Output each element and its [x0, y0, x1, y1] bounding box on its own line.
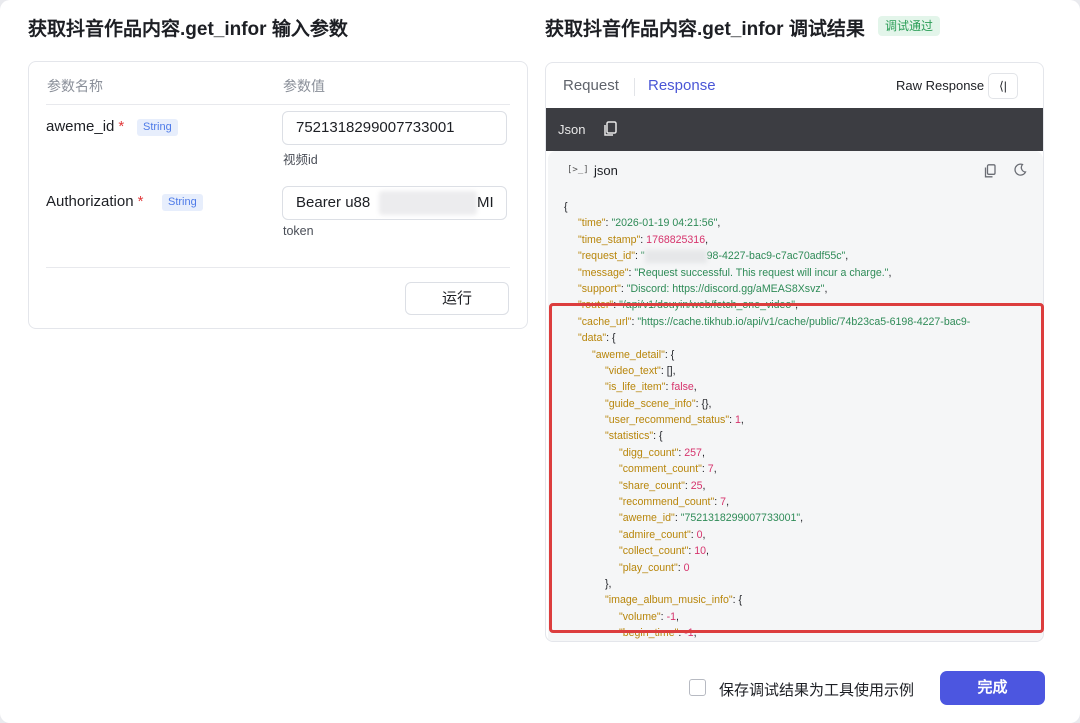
- redaction-mask: [644, 249, 707, 263]
- param-name: aweme_id *: [46, 118, 124, 135]
- param-value-header: 参数值: [283, 78, 325, 94]
- result-card: Request Response Raw Response ⟨| Json [>…: [545, 62, 1044, 642]
- type-badge: String: [137, 119, 178, 136]
- json-line: "aweme_id": "7521318299007733001",: [619, 512, 804, 525]
- tab-separator: [634, 78, 635, 96]
- json-line: "aweme_detail": {: [592, 348, 675, 361]
- json-line: "comment_count": 7,: [619, 463, 717, 476]
- run-button[interactable]: 运行: [405, 282, 509, 315]
- json-line: {: [564, 201, 568, 213]
- debug-dialog: 获取抖音作品内容.get_infor 输入参数 参数名称 参数值 aweme_i…: [0, 0, 1080, 723]
- aweme-id-input[interactable]: 7521318299007733001: [282, 111, 507, 145]
- code-block-header: [>_] json: [548, 151, 1043, 191]
- param-name-label: aweme_id: [46, 118, 115, 135]
- json-line: "guide_scene_info": {},: [605, 397, 712, 410]
- copy-icon[interactable]: [984, 164, 996, 178]
- json-line: "play_count": 0: [619, 561, 690, 574]
- params-table-header: 参数名称 参数值: [46, 62, 510, 105]
- json-line: },: [605, 577, 612, 590]
- json-line: "data": {: [578, 332, 616, 345]
- json-line: "message": "Request successful. This req…: [578, 266, 892, 279]
- raw-response-button[interactable]: Raw Response: [896, 78, 984, 93]
- json-line: "time": "2026-01-19 04:21:56",: [578, 217, 721, 230]
- param-description: 视频id: [283, 153, 318, 167]
- type-badge: String: [162, 194, 203, 211]
- params-divider: [46, 267, 510, 268]
- param-name: Authorization *: [46, 193, 143, 210]
- status-badge: 调试通过: [878, 16, 941, 36]
- json-line: "user_recommend_status": 1,: [605, 414, 744, 427]
- save-example-label: 保存调试结果为工具使用示例: [719, 682, 915, 699]
- input-params-title: 获取抖音作品内容.get_infor 输入参数: [28, 19, 348, 40]
- json-line: "admire_count": 0,: [619, 528, 706, 541]
- params-card: 参数名称 参数值 aweme_id * String 75213182990077…: [28, 61, 528, 329]
- json-line: "statistics": {: [605, 430, 663, 443]
- authorization-value: Bearer u88: [296, 194, 371, 211]
- json-response-body: { "time": "2026-01-19 04:21:56", "time_s…: [564, 199, 1039, 641]
- json-line: "request_id": " 98-4227-bac9-c7ac70adf55c…: [578, 249, 849, 263]
- authorization-value-tail: MI: [477, 194, 494, 211]
- collapse-panel-button[interactable]: ⟨|: [988, 73, 1018, 99]
- redaction-mask: [379, 191, 477, 215]
- tab-response[interactable]: Response: [648, 77, 716, 94]
- json-line: "share_count": 25,: [619, 479, 706, 492]
- json-line: "time_stamp": 1768825316,: [578, 233, 709, 246]
- json-format-label: Json: [558, 122, 586, 137]
- json-line: "recommend_count": 7,: [619, 496, 730, 509]
- json-line: "begin_time": -1,: [619, 627, 697, 640]
- json-line: "digg_count": 257,: [619, 446, 705, 459]
- json-toolbar: Json: [546, 108, 1043, 151]
- tab-request[interactable]: Request: [563, 77, 619, 94]
- json-line: "support": "Discord: https://discord.gg/…: [578, 282, 828, 295]
- json-line: "volume": -1,: [619, 610, 679, 623]
- json-line: "cache_url": "https://cache.tikhub.io/ap…: [578, 315, 971, 328]
- json-line: "video_text": [],: [605, 364, 676, 377]
- required-mark: *: [137, 193, 144, 210]
- result-tabs: Request Response Raw Response ⟨|: [546, 63, 1043, 108]
- json-line: "is_life_item": false,: [605, 381, 697, 394]
- done-button[interactable]: 完成: [940, 671, 1045, 705]
- code-block: [>_] json { "time": "2026-01-19 04:21:56…: [548, 151, 1043, 641]
- code-language-label: json: [594, 163, 618, 178]
- param-name-label: Authorization: [46, 193, 134, 210]
- param-description: token: [283, 224, 314, 238]
- json-line: "image_album_music_info": {: [605, 594, 743, 607]
- required-mark: *: [118, 118, 125, 135]
- moon-icon[interactable]: [1013, 163, 1027, 177]
- terminal-icon: [>_]: [567, 165, 589, 175]
- json-line: "collect_count": 10,: [619, 545, 709, 558]
- save-example-checkbox[interactable]: [689, 679, 706, 696]
- json-line: "router": "/api/v1/douyin/web/fetch_one_…: [578, 299, 799, 312]
- debug-result-title: 获取抖音作品内容.get_infor 调试结果: [545, 19, 865, 40]
- copy-icon[interactable]: [603, 121, 617, 137]
- param-name-header: 参数名称: [47, 78, 103, 94]
- authorization-input[interactable]: Bearer u88 MI: [282, 186, 507, 220]
